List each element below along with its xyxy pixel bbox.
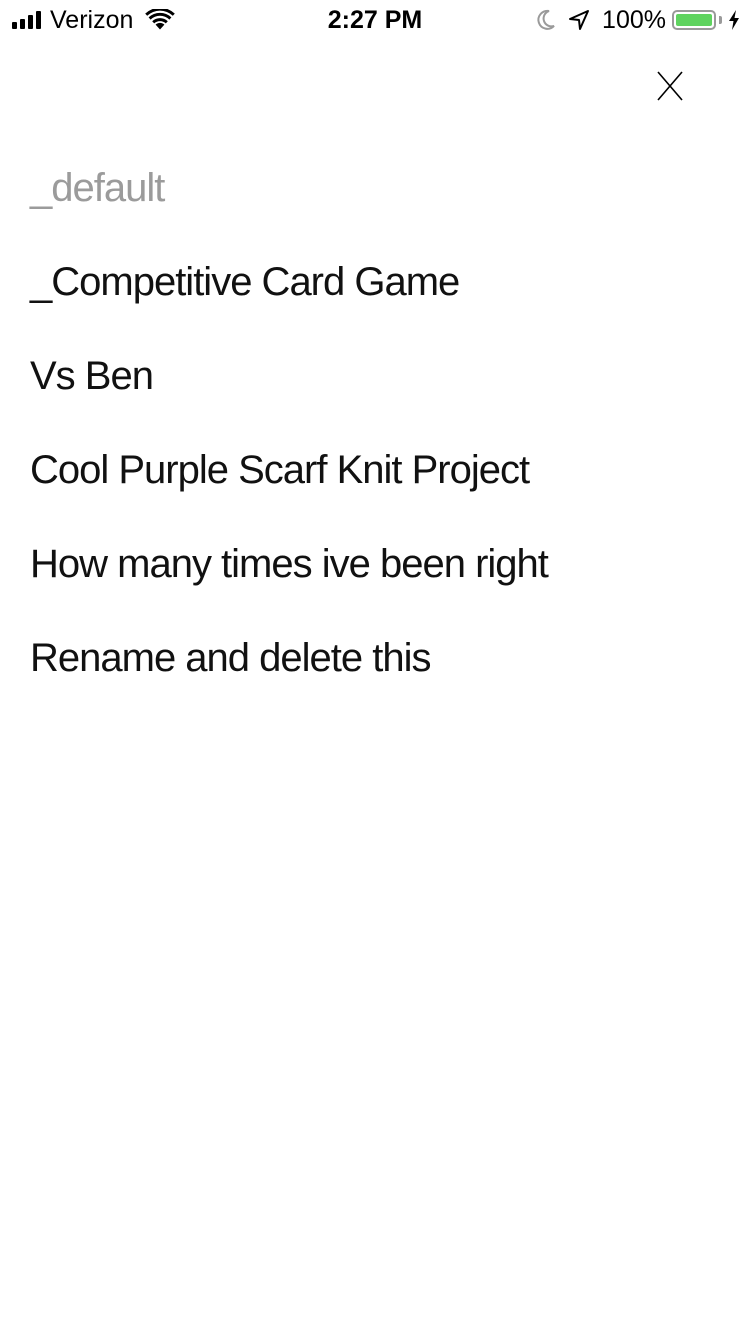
status-bar: Verizon 2:27 PM 100% xyxy=(0,0,750,40)
battery-icon xyxy=(672,10,716,30)
list-item[interactable]: How many times ive been right xyxy=(30,536,720,630)
close-icon xyxy=(657,71,683,101)
list-item[interactable]: _default xyxy=(30,160,720,254)
battery-percentage: 100% xyxy=(602,6,666,34)
item-list: _default _Competitive Card Game Vs Ben C… xyxy=(30,160,720,724)
list-item[interactable]: Cool Purple Scarf Knit Project xyxy=(30,442,720,536)
list-item[interactable]: Rename and delete this xyxy=(30,630,720,724)
list-item[interactable]: _Competitive Card Game xyxy=(30,254,720,348)
status-bar-right: 100% xyxy=(536,6,740,34)
charging-bolt-icon xyxy=(729,10,739,30)
moon-icon xyxy=(537,9,555,30)
battery-cap xyxy=(719,16,722,24)
battery-fill xyxy=(676,14,712,26)
close-button[interactable] xyxy=(646,62,694,110)
list-item[interactable]: Vs Ben xyxy=(30,348,720,442)
location-arrow-icon xyxy=(569,10,590,30)
